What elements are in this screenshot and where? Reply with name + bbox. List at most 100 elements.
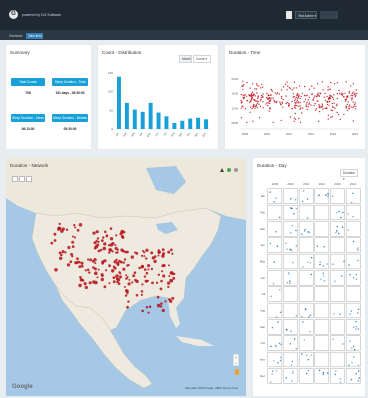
- settings-icon[interactable]: [234, 168, 238, 172]
- scatter-point: [272, 97, 274, 99]
- map-marker: [115, 234, 118, 237]
- map-marker: [148, 305, 152, 309]
- scatter-point: [344, 98, 347, 101]
- x-tick-label: Jun: [154, 131, 160, 137]
- day-mark: [270, 295, 272, 297]
- scatter-point: [279, 101, 281, 103]
- calendar-cell: [330, 335, 345, 351]
- tab-tabs-field[interactable]: Tabs field: [26, 33, 44, 39]
- us-map[interactable]: [6, 158, 246, 396]
- logo: G: [9, 10, 18, 19]
- day-mark: [319, 263, 321, 266]
- map-marker: [169, 248, 173, 252]
- map-marker: [92, 266, 95, 269]
- day-mark: [339, 378, 341, 380]
- scatter-point: [313, 87, 315, 89]
- map-marker: [84, 285, 89, 290]
- scatter-point: [270, 88, 273, 91]
- scatter-point: [253, 103, 255, 106]
- day-mark: [309, 314, 312, 316]
- calendar-cell: [267, 237, 283, 253]
- scatter-point: [294, 101, 296, 104]
- map-marker: [133, 251, 136, 254]
- status-green-icon[interactable]: [227, 168, 231, 172]
- day-mark: [355, 278, 358, 280]
- search-input[interactable]: [320, 11, 338, 19]
- day-mark: [292, 370, 294, 372]
- day-mark: [333, 313, 335, 315]
- street-view-icon[interactable]: [235, 369, 239, 375]
- month-label: Jul: [261, 292, 265, 296]
- day-mark: [335, 231, 337, 234]
- day-mark: [352, 216, 354, 218]
- map-marker: [161, 270, 164, 273]
- scatter-point: [258, 103, 260, 105]
- day-mark: [289, 280, 291, 282]
- scatter-point: [308, 96, 310, 99]
- scatter-point: [324, 92, 326, 95]
- map-marker: [171, 272, 175, 276]
- scatter-point: [259, 100, 262, 102]
- calendar-cell: [298, 270, 314, 286]
- map-marker: [140, 264, 145, 269]
- scatter-point: [293, 95, 295, 98]
- scatter-point: [302, 107, 304, 109]
- month-label: May: [260, 260, 266, 264]
- map-marker: [168, 275, 171, 278]
- scatter-point: [256, 107, 259, 109]
- scatter-point: [240, 117, 243, 119]
- scatter-point: [291, 107, 293, 110]
- map-marker: [169, 278, 173, 282]
- scatter-point: [270, 97, 272, 99]
- map-marker: [119, 276, 122, 279]
- select-tool-icon[interactable]: [26, 176, 32, 182]
- scatter-point: [319, 105, 321, 107]
- calendar-cell: [345, 351, 361, 368]
- notification-icon[interactable]: [286, 11, 292, 19]
- scatter-point: [326, 103, 328, 106]
- day-mark: [351, 362, 353, 364]
- map-marker: [54, 268, 58, 272]
- scatter-point: [262, 93, 264, 95]
- scatter-point: [269, 102, 271, 104]
- scatter-point: [299, 97, 301, 100]
- day-mark: [279, 216, 281, 219]
- calendar-cell: [283, 335, 298, 351]
- calendar-cell: [330, 319, 345, 335]
- scatter-point: [280, 119, 282, 122]
- user-select[interactable]: Test Admin ▾: [295, 11, 317, 19]
- day-mark: [271, 373, 273, 375]
- duration-day-panel: Duration - Day Duration ▾ 2009 2010 2011 20…: [253, 158, 365, 396]
- month-label: Oct: [261, 341, 266, 345]
- year-label: 2012: [319, 182, 326, 186]
- day-mark: [334, 373, 336, 376]
- scatter-point: [289, 87, 292, 89]
- scatter-point: [318, 95, 321, 97]
- pan-tool-icon[interactable]: [12, 176, 18, 182]
- scatter-point: [333, 102, 335, 104]
- map-marker: [145, 271, 149, 275]
- day-mark: [339, 313, 341, 315]
- day-mark: [277, 362, 279, 364]
- scatter-point: [295, 87, 298, 89]
- map-marker: [119, 232, 122, 236]
- map-marker: [86, 268, 90, 272]
- map-marker: [94, 271, 98, 276]
- tab-overview[interactable]: Overview: [7, 33, 24, 39]
- network-map-panel: Duration - Network + − Google Map data ©2…: [6, 158, 246, 396]
- scatter-point: [321, 106, 323, 108]
- scatter-point: [333, 106, 335, 108]
- scatter-point: [326, 95, 328, 98]
- day-mark: [316, 245, 318, 247]
- draw-tool-icon[interactable]: [19, 176, 25, 182]
- map-marker: [156, 295, 160, 299]
- scatter-point: [255, 100, 257, 102]
- scatter-point: [331, 102, 333, 105]
- scatter-point: [328, 104, 330, 106]
- zoom-control[interactable]: + −: [233, 354, 239, 366]
- alert-icon[interactable]: [220, 168, 224, 172]
- scatter-point: [338, 92, 341, 95]
- day-mark: [301, 353, 303, 355]
- bar: [204, 119, 209, 129]
- scatter-point: [300, 95, 302, 98]
